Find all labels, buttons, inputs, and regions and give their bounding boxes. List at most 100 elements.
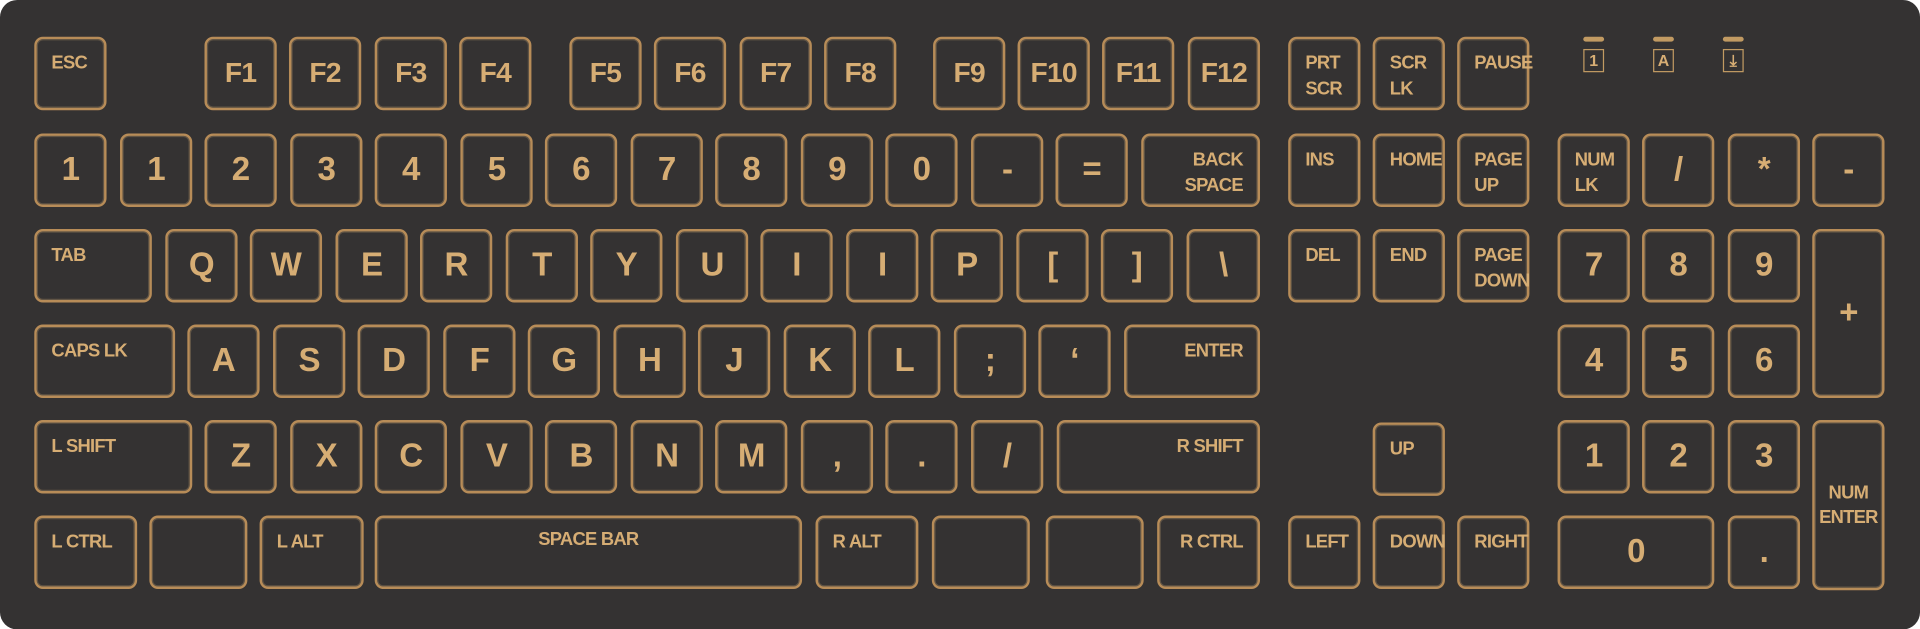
key-f12[interactable]: F12 <box>1187 36 1261 111</box>
key-blank-48[interactable]: [ <box>1016 228 1089 303</box>
key-left[interactable]: LEFT <box>1288 515 1361 589</box>
key-h[interactable]: H <box>613 324 686 398</box>
key-ins[interactable]: INS <box>1288 133 1361 207</box>
key-page-up[interactable]: PAGE UP <box>1457 133 1530 207</box>
key-l-shift[interactable]: L SHIFT <box>34 420 193 494</box>
key-end[interactable]: END <box>1372 228 1445 303</box>
key-space-bar[interactable]: SPACE BAR <box>374 515 803 589</box>
key-3[interactable]: 3 <box>1727 420 1801 494</box>
key-l[interactable]: L <box>868 324 941 398</box>
key-blank-92[interactable] <box>149 515 248 589</box>
key-num-enter[interactable]: NUM ENTER <box>1812 420 1885 591</box>
key-r[interactable]: R <box>420 228 493 303</box>
key-pause[interactable]: PAUSE <box>1457 36 1533 111</box>
key-7[interactable]: 7 <box>630 133 703 207</box>
key-8[interactable]: 8 <box>1642 228 1715 303</box>
key-t[interactable]: T <box>505 228 578 303</box>
key-3[interactable]: 3 <box>290 133 363 207</box>
key-9[interactable]: 9 <box>1727 228 1801 303</box>
key-f1[interactable]: F1 <box>204 36 277 111</box>
key-1[interactable]: 1 <box>120 133 193 207</box>
key-6[interactable]: 6 <box>544 133 618 207</box>
key-blank-49[interactable]: ] <box>1100 228 1174 303</box>
key-blank-35[interactable]: * <box>1727 133 1801 207</box>
key-e[interactable]: E <box>335 228 408 303</box>
key-blank-34[interactable]: / <box>1642 133 1715 207</box>
key-f9[interactable]: F9 <box>933 36 1006 111</box>
key-5[interactable]: 5 <box>460 133 533 207</box>
key-scr-lk[interactable]: SCR LK <box>1372 36 1445 111</box>
key-z[interactable]: Z <box>204 420 277 494</box>
key-f11[interactable]: F11 <box>1102 36 1175 111</box>
key-9[interactable]: 9 <box>800 133 874 207</box>
key-f6[interactable]: F6 <box>653 36 727 111</box>
key-blank-68[interactable]: ; <box>953 324 1027 398</box>
key-x[interactable]: X <box>290 420 363 494</box>
key-num-lk[interactable]: NUM LK <box>1557 133 1630 207</box>
key-g[interactable]: G <box>527 324 601 398</box>
key-m[interactable]: M <box>715 420 788 494</box>
key-f7[interactable]: F7 <box>739 36 812 111</box>
key-blank-27[interactable]: - <box>971 133 1044 207</box>
key-blank-83[interactable]: . <box>885 420 958 494</box>
key-y[interactable]: Y <box>590 228 663 303</box>
key-blank-57[interactable]: + <box>1812 228 1885 398</box>
key-home[interactable]: HOME <box>1372 133 1445 207</box>
key-caps-lk[interactable]: CAPS LK <box>34 324 176 398</box>
key-blank-82[interactable]: , <box>800 420 874 494</box>
key-d[interactable]: D <box>357 324 430 398</box>
key-enter[interactable]: ENTER <box>1124 324 1261 398</box>
key-blank-103[interactable]: . <box>1727 515 1801 589</box>
key-n[interactable]: N <box>630 420 703 494</box>
key-r-alt[interactable]: R ALT <box>815 515 919 589</box>
key-c[interactable]: C <box>374 420 447 494</box>
key-6[interactable]: 6 <box>1727 324 1801 398</box>
key-u[interactable]: U <box>675 228 749 303</box>
key-f4[interactable]: F4 <box>459 36 532 111</box>
key-l-alt[interactable]: L ALT <box>259 515 364 589</box>
key-blank-69[interactable]: ‘ <box>1038 324 1111 398</box>
key-a[interactable]: A <box>187 324 260 398</box>
key-p[interactable]: P <box>930 228 1003 303</box>
key-r-shift[interactable]: R SHIFT <box>1056 420 1261 494</box>
key-5[interactable]: 5 <box>1642 324 1715 398</box>
key-f10[interactable]: F10 <box>1017 36 1090 111</box>
key-r-ctrl[interactable]: R CTRL <box>1157 515 1261 589</box>
key-blank-50[interactable]: \ <box>1186 228 1261 303</box>
key-page-down[interactable]: PAGE DOWN <box>1457 228 1530 303</box>
key-blank-28[interactable]: = <box>1055 133 1128 207</box>
key-j[interactable]: J <box>697 324 771 398</box>
key-8[interactable]: 8 <box>715 133 788 207</box>
key-esc[interactable]: ESC <box>34 36 107 111</box>
key-blank-97[interactable] <box>1045 515 1144 589</box>
key-2[interactable]: 2 <box>204 133 277 207</box>
key-2[interactable]: 2 <box>1642 420 1715 494</box>
key-f3[interactable]: F3 <box>374 36 447 111</box>
key-prt-scr[interactable]: PRT SCR <box>1288 36 1361 111</box>
key-1[interactable]: 1 <box>1557 420 1630 494</box>
key-w[interactable]: W <box>249 228 323 303</box>
key-s[interactable]: S <box>273 324 346 398</box>
key-4[interactable]: 4 <box>1557 324 1630 398</box>
key-1[interactable]: 1 <box>34 133 107 207</box>
key-blank-36[interactable]: - <box>1812 133 1885 207</box>
key-f5[interactable]: F5 <box>569 36 642 111</box>
key-i[interactable]: I <box>846 228 919 303</box>
key-tab[interactable]: TAB <box>34 228 152 303</box>
key-0[interactable]: 0 <box>1557 515 1715 589</box>
key-q[interactable]: Q <box>165 228 238 303</box>
key-k[interactable]: K <box>783 324 856 398</box>
key-i[interactable]: I <box>760 228 833 303</box>
key-7[interactable]: 7 <box>1557 228 1630 303</box>
key-f8[interactable]: F8 <box>824 36 897 111</box>
key-del[interactable]: DEL <box>1288 228 1361 303</box>
key-f2[interactable]: F2 <box>288 36 362 111</box>
key-blank-84[interactable]: / <box>971 420 1044 494</box>
key-back-space[interactable]: BACK SPACE <box>1141 133 1261 207</box>
key-v[interactable]: V <box>460 420 533 494</box>
key-down[interactable]: DOWN <box>1372 515 1446 589</box>
key-f[interactable]: F <box>443 324 516 398</box>
key-up[interactable]: UP <box>1372 422 1445 496</box>
key-l-ctrl[interactable]: L CTRL <box>34 515 138 589</box>
key-blank-96[interactable] <box>931 515 1030 589</box>
